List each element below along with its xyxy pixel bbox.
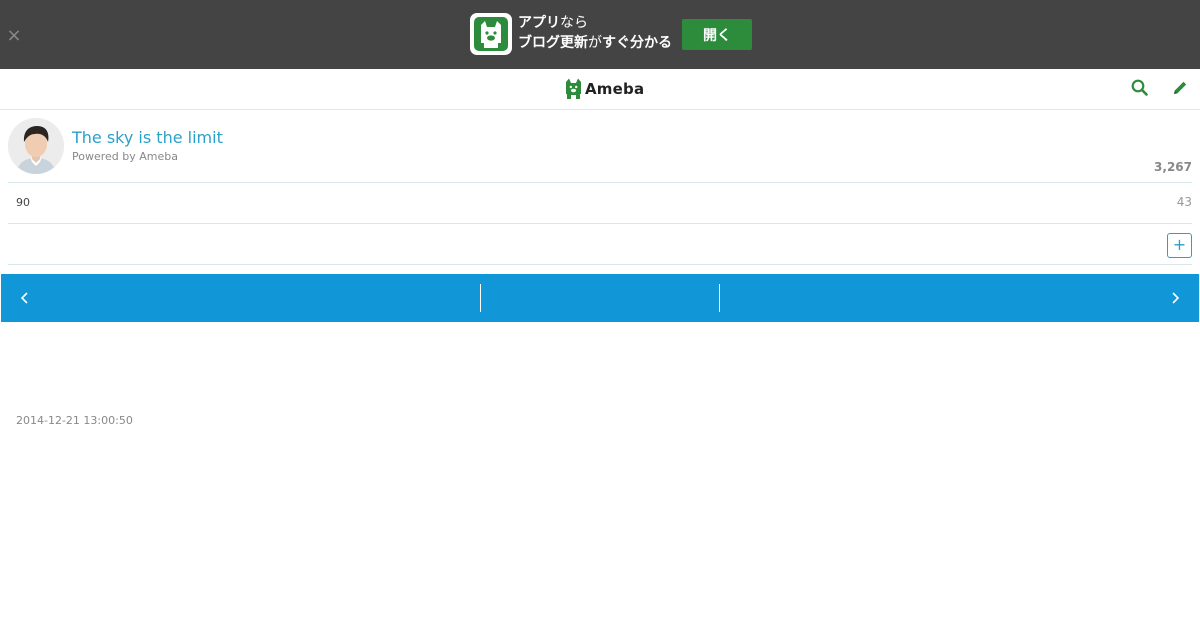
next-entry-button[interactable] <box>720 274 1199 322</box>
follow-row: + <box>8 224 1192 265</box>
logo-text: Ameba <box>585 80 645 98</box>
stat-left-value[interactable]: 90 <box>16 196 30 209</box>
entry-timestamp: 2014-12-21 13:00:50 <box>16 414 133 427</box>
reader-count: 3,267 <box>1154 160 1192 174</box>
banner-close-button[interactable]: × <box>5 27 23 45</box>
stat-right-value: 43 <box>1176 195 1192 209</box>
blog-profile: The sky is the limit Powered by Ameba 3,… <box>8 110 1192 183</box>
entry-list-button[interactable] <box>481 274 719 322</box>
avatar[interactable] <box>8 118 64 174</box>
banner-line2-bold1: ブログ更新 <box>518 35 588 51</box>
previous-entry-button[interactable] <box>1 274 480 322</box>
app-banner: × アプリなら ブログ更新がすぐ分かる 開く <box>0 0 1200 69</box>
powered-by-text: Powered by Ameba <box>72 150 178 163</box>
banner-line2-bold2: すぐ分かる <box>602 35 672 51</box>
banner-line1-bold: アプリ <box>518 15 560 31</box>
chevron-left-icon <box>20 292 28 304</box>
open-app-button[interactable]: 開く <box>682 19 752 50</box>
chevron-right-icon <box>1172 292 1180 304</box>
search-icon[interactable] <box>1130 78 1150 98</box>
banner-line2-thin: が <box>588 35 602 51</box>
ameba-logo-icon <box>566 78 581 99</box>
ameba-app-icon[interactable] <box>470 13 512 55</box>
entry-pager <box>1 274 1199 322</box>
banner-message: アプリなら ブログ更新がすぐ分かる <box>518 13 683 53</box>
stats-row: 90 43 <box>8 183 1192 224</box>
ameba-logo[interactable]: Ameba <box>565 77 644 101</box>
follow-plus-button[interactable]: + <box>1167 233 1192 258</box>
banner-line1-thin: なら <box>560 15 588 31</box>
blog-title-link[interactable]: The sky is the limit <box>72 128 223 147</box>
site-header: Ameba <box>0 69 1200 110</box>
pencil-icon[interactable] <box>1170 78 1190 98</box>
